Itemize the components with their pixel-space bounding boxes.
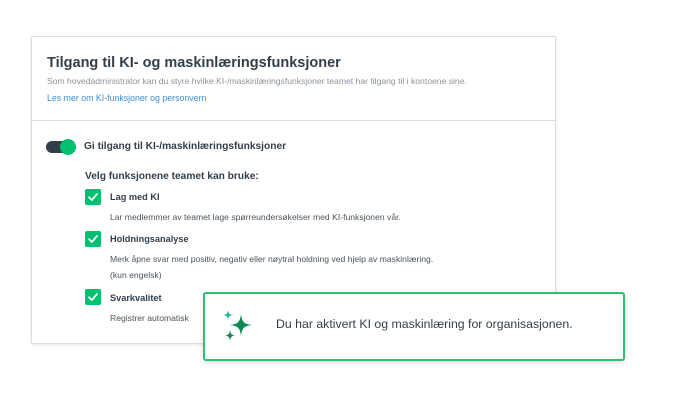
checkmark-icon xyxy=(88,235,98,243)
card-title: Tilgang til KI- og maskinlæringsfunksjon… xyxy=(47,55,341,71)
feature-desc-holdningsanalyse-note: (kun engelsk) xyxy=(110,270,162,280)
feature-desc-svarkvalitet: Registrer automatisk xyxy=(110,313,189,323)
ai-access-toggle[interactable] xyxy=(46,139,76,155)
success-toast: Du har aktivert KI og maskinlæring for o… xyxy=(203,292,625,361)
privacy-link[interactable]: Les mer om KI-funksjoner og personvern xyxy=(47,93,206,103)
checkmark-icon xyxy=(88,193,98,201)
sparkle-icon xyxy=(223,310,252,341)
checkbox-svarkvalitet[interactable] xyxy=(85,289,101,305)
features-heading: Velg funksjonene teamet kan bruke: xyxy=(85,171,259,182)
feature-label-holdningsanalyse: Holdningsanalyse xyxy=(110,234,189,244)
toast-message: Du har aktivert KI og maskinlæring for o… xyxy=(276,317,573,331)
feature-desc-holdningsanalyse: Merk åpne svar med positiv, negativ elle… xyxy=(110,254,434,264)
card-description: Som hovedadministrator kan du styre hvil… xyxy=(47,76,467,86)
checkmark-icon xyxy=(88,293,98,301)
checkbox-lag-med-ki[interactable] xyxy=(85,189,101,205)
feature-label-lag-med-ki: Lag med KI xyxy=(110,192,160,202)
feature-desc-lag-med-ki: Lar medlemmer av teamet lage spørreunder… xyxy=(110,212,401,222)
toggle-knob xyxy=(60,139,76,155)
feature-label-svarkvalitet: Svarkvalitet xyxy=(110,293,162,303)
ai-access-toggle-label: Gi tilgang til KI-/maskinlæringsfunksjon… xyxy=(84,141,287,152)
checkbox-holdningsanalyse[interactable] xyxy=(85,231,101,247)
card-header: Tilgang til KI- og maskinlæringsfunksjon… xyxy=(32,37,555,121)
